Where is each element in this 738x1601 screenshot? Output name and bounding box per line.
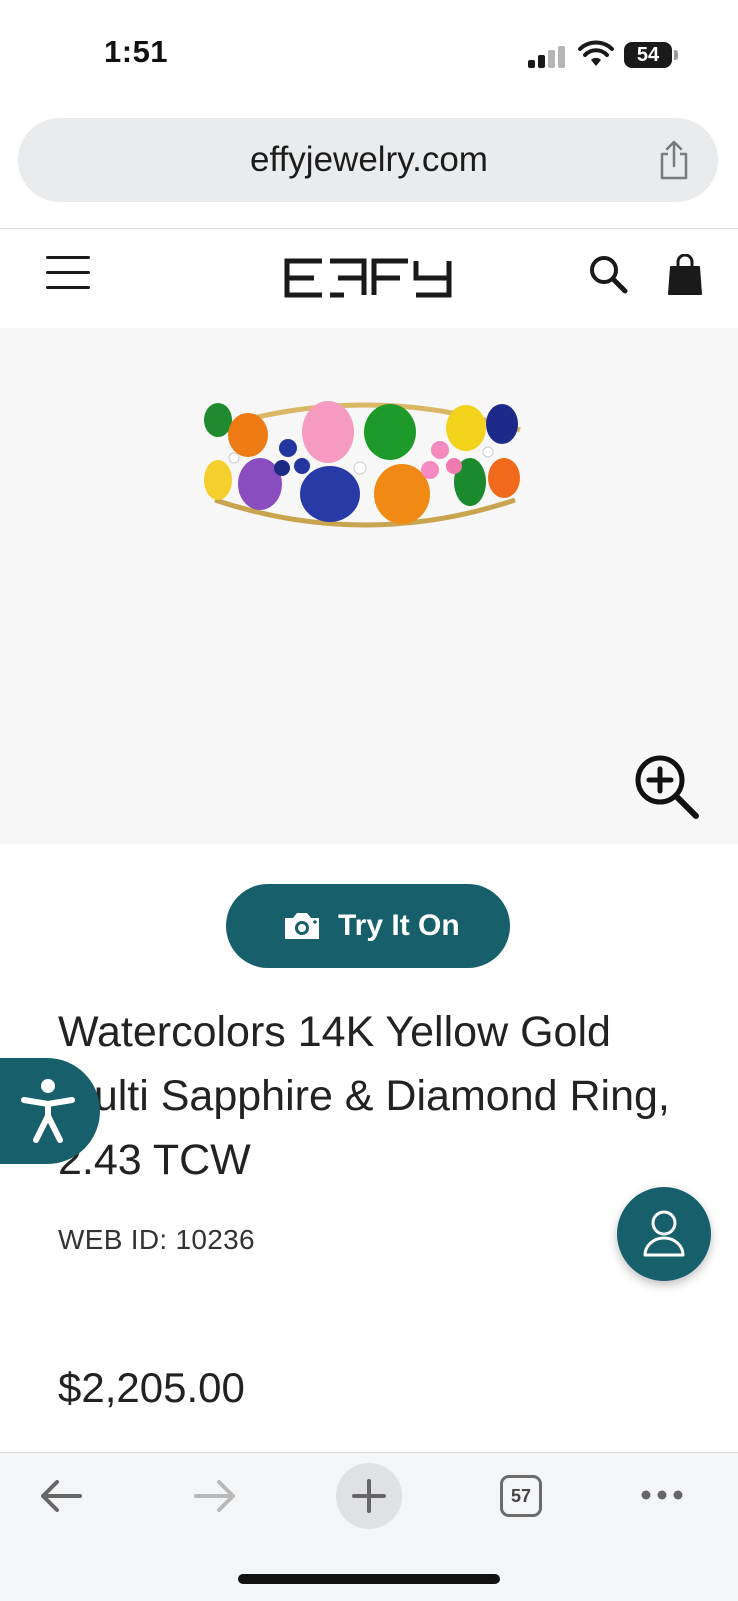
web-id-label: WEB ID:	[58, 1224, 168, 1255]
product-title: Watercolors 14K Yellow Gold Multi Sapphi…	[58, 1008, 670, 1184]
forward-arrow-icon[interactable]	[192, 1476, 238, 1516]
account-icon	[643, 1210, 685, 1257]
product-price: $2,205.00	[58, 1364, 245, 1411]
signal-icon	[528, 46, 566, 68]
home-indicator	[238, 1574, 500, 1584]
shopping-bag-icon[interactable]	[668, 254, 702, 296]
new-tab-button[interactable]	[336, 1463, 402, 1529]
search-icon[interactable]	[588, 254, 628, 294]
battery-icon: 54	[624, 42, 672, 68]
accessibility-icon	[21, 1079, 75, 1143]
account-button[interactable]	[617, 1187, 711, 1281]
plus-icon	[352, 1479, 386, 1513]
product-image-ring[interactable]	[190, 390, 540, 560]
web-id: WEB ID: 10236	[58, 1224, 255, 1256]
back-arrow-icon[interactable]	[38, 1476, 84, 1516]
more-icon[interactable]	[640, 1488, 684, 1502]
web-id-value: 10236	[175, 1224, 255, 1255]
menu-icon[interactable]	[46, 256, 90, 290]
effy-logo[interactable]	[284, 258, 452, 298]
battery-nub	[674, 50, 678, 60]
zoom-in-icon[interactable]	[632, 752, 702, 822]
camera-icon	[285, 913, 319, 939]
url-text[interactable]: effyjewelry.com	[0, 140, 738, 180]
wifi-icon	[578, 40, 614, 66]
divider	[0, 228, 738, 229]
try-it-on-label: Try It On	[338, 909, 460, 942]
status-time: 1:51	[104, 34, 169, 69]
try-it-on-button[interactable]: Try It On	[226, 884, 510, 968]
tabs-icon[interactable]: 57	[500, 1475, 542, 1517]
share-icon[interactable]	[656, 138, 692, 182]
